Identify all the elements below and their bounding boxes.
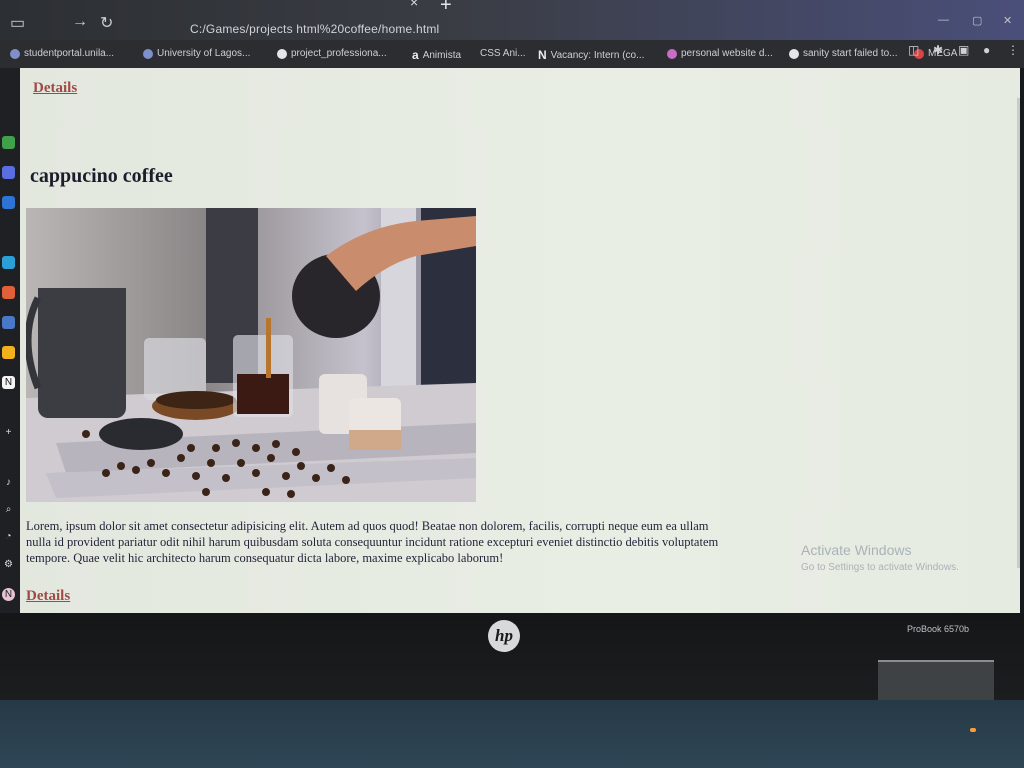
watermark-subtitle: Go to Settings to activate Windows. — [801, 562, 959, 573]
forward-icon[interactable]: → — [72, 13, 88, 31]
page-scrollbar[interactable] — [1017, 98, 1020, 568]
side-dock: N + ♪ ⌕ ◔ ⚙ N — [0, 68, 20, 613]
history-icon[interactable]: ◔ — [2, 530, 15, 543]
drive-icon[interactable] — [2, 346, 15, 359]
globe-icon — [10, 48, 20, 59]
figma-icon — [667, 48, 677, 59]
bell-icon[interactable]: ♪ — [2, 476, 15, 489]
bookmark-item[interactable]: project_professiona... — [277, 48, 387, 59]
bookmark-item[interactable]: sanity start failed to... — [789, 48, 898, 59]
page-title: cappucino coffee — [30, 165, 173, 187]
lorem-paragraph: Lorem, ipsum dolor sit amet consectetur … — [26, 519, 719, 565]
sidebar-toggle-icon[interactable]: ▭ — [10, 13, 25, 33]
app-icon[interactable] — [2, 286, 15, 299]
bookmark-item[interactable]: CSS Ani... — [480, 48, 526, 59]
maximize-icon[interactable]: ▢ — [972, 14, 982, 27]
globe-icon — [143, 48, 153, 59]
model-label: ProBook 6570b — [907, 624, 970, 634]
bookmarks-bar: studentportal.unila... University of Lag… — [0, 40, 1024, 68]
bookmark-item[interactable]: University of Lagos... — [143, 48, 250, 59]
notion-icon: N — [538, 48, 547, 62]
profile-icon[interactable]: ● — [983, 43, 990, 57]
side-panel-icon[interactable]: ▣ — [958, 43, 969, 57]
calendar-icon[interactable] — [2, 316, 15, 329]
zoom-icon[interactable] — [2, 196, 15, 209]
notion-icon[interactable]: N — [2, 376, 15, 389]
extensions-icon[interactable]: ✱ — [933, 43, 943, 57]
github-icon — [789, 48, 799, 59]
coffee-photo — [26, 208, 476, 502]
gear-icon[interactable]: ⚙ — [2, 558, 15, 571]
reload-icon[interactable]: ↻ — [100, 13, 113, 33]
window-close-icon[interactable]: ✕ — [1003, 14, 1012, 27]
bookmark-item[interactable]: a Animista — [412, 48, 461, 62]
keyboard-deck — [0, 700, 1024, 768]
page-viewport: Details cappucino coffee Lorem, ipsum do… — [20, 68, 1020, 613]
whatsapp-icon[interactable] — [2, 136, 15, 149]
power-led — [970, 728, 976, 732]
minimize-icon[interactable]: — — [938, 14, 949, 26]
new-tab-button[interactable]: + — [440, 0, 452, 17]
activate-windows-watermark: Activate Windows Go to Settings to activ… — [801, 542, 959, 573]
browser-tab-strip: ▭ → ↻ × + — ▢ ✕ — [0, 0, 1024, 40]
bookmark-item[interactable]: personal website d... — [667, 48, 773, 59]
avatar[interactable]: N — [2, 588, 15, 601]
telegram-icon[interactable] — [2, 256, 15, 269]
bookmark-item[interactable]: N Vacancy: Intern (co... — [538, 48, 644, 62]
close-tab-icon[interactable]: × — [410, 0, 418, 10]
hp-logo: hp — [488, 620, 520, 652]
discord-icon[interactable] — [2, 166, 15, 179]
menu-icon[interactable]: ⋮ — [1007, 43, 1019, 57]
github-icon — [277, 48, 287, 59]
details-link-top[interactable]: Details — [33, 80, 77, 97]
search-icon[interactable]: ⌕ — [2, 503, 15, 516]
address-bar[interactable]: C:/Games/projects html%20coffee/home.htm… — [190, 22, 439, 36]
reading-mode-icon[interactable]: ◫ — [908, 43, 919, 57]
bookmark-item[interactable]: studentportal.unila... — [10, 48, 114, 59]
add-icon[interactable]: + — [2, 426, 15, 439]
details-link-bottom[interactable]: Details — [26, 588, 70, 605]
watermark-title: Activate Windows — [801, 542, 912, 558]
a-icon: a — [412, 48, 419, 62]
